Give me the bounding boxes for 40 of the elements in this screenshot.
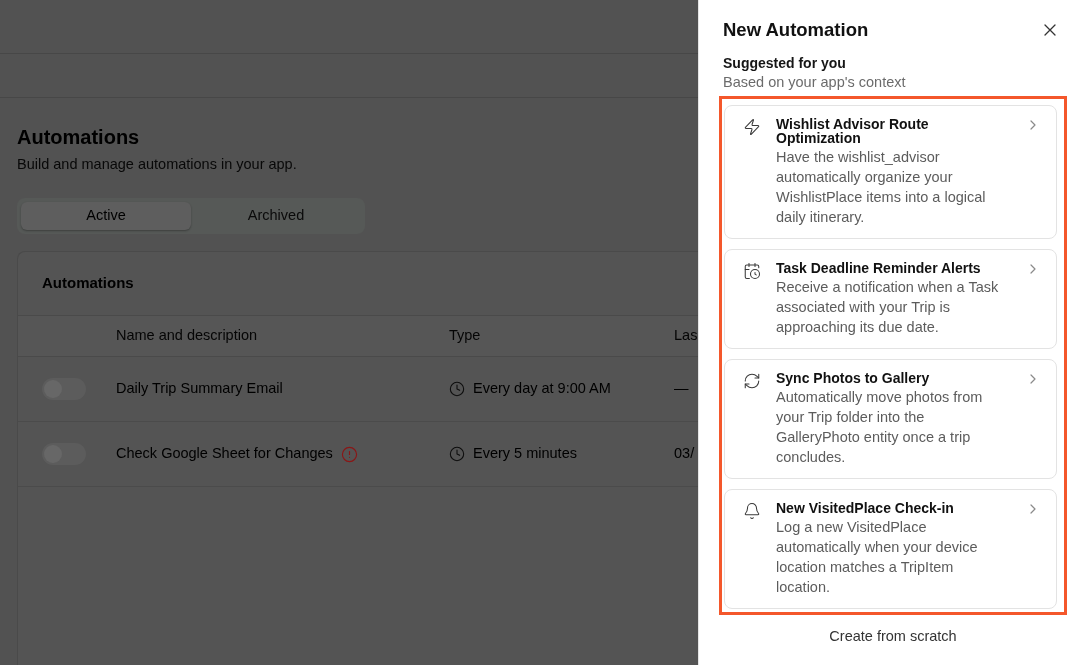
suggestion-card[interactable]: New VisitedPlace Check-in Log a new VisitedPlace automatically when your device location matches a TripItem location. [724, 489, 1057, 609]
column-header: Type [449, 327, 481, 344]
automation-name: Daily Trip Summary Email [116, 379, 283, 399]
chevron-right-icon [1030, 264, 1036, 274]
suggestion-description: Receive a notification when a Task associated with your Trip is approaching its due date. [776, 278, 1000, 337]
bell-icon [743, 502, 761, 520]
panel-title: New Automation [723, 18, 869, 42]
card-title: Automations [42, 273, 134, 294]
suggestion-title: Task Deadline Reminder Alerts [776, 261, 982, 275]
page-subtitle: Build and manage automations in your app. [17, 155, 297, 173]
chevron-right-icon [1030, 504, 1036, 514]
chevron-right-icon [1030, 120, 1036, 130]
suggestion-description: Have the wishlist_advisor automatically organize your WishlistPlace items into a logical daily itinerary. [776, 148, 987, 227]
automation-name: Check Google Sheet for Changes [116, 444, 333, 464]
clock-icon [449, 446, 465, 462]
section-subtitle: Based on your app's context [723, 73, 906, 91]
schedule-text: Every day at 9:00 AM [473, 379, 611, 399]
suggestion-description: Automatically move photos from your Trip folder into the GalleryPhoto entity once a trip concludes. [776, 388, 984, 467]
section-title: Suggested for you [723, 54, 846, 72]
schedule-text: Every 5 minutes [473, 444, 577, 464]
refresh-arrows-icon [743, 372, 761, 390]
suggestion-title: New VisitedPlace Check-in [776, 501, 955, 515]
lightning-bolt-icon [743, 118, 761, 136]
table-cell: — [674, 380, 689, 397]
column-header: Las [674, 327, 698, 344]
suggestion-title: Sync Photos to Gallery [776, 371, 931, 385]
suggestion-title: Wishlist Advisor Route Optimization [776, 117, 930, 145]
suggestion-card[interactable]: Task Deadline Reminder Alerts Receive a notification when a Task associated with your Trip is approaching its due date. [724, 249, 1057, 349]
column-header: Name and description [116, 327, 258, 344]
calendar-clock-icon [743, 262, 761, 280]
create-from-scratch-button[interactable]: Create from scratch [719, 619, 1067, 653]
suggestion-card[interactable]: Sync Photos to Gallery Automatically move photos from your Trip folder into the GalleryPhoto entity once a trip concludes. [724, 359, 1057, 479]
table-cell: 03/ [674, 445, 695, 462]
page-title: Automations [17, 125, 140, 150]
suggestion-description: Log a new VisitedPlace automatically when your device location matches a TripItem location. [776, 518, 979, 597]
suggestion-card[interactable]: Wishlist Advisor Route Optimization Have the wishlist_advisor automatically organize your WishlistPlace items into a logical daily itinerary. [724, 105, 1057, 239]
clock-icon [449, 381, 465, 397]
chevron-right-icon [1030, 374, 1036, 384]
close-button[interactable] [1044, 24, 1056, 36]
close-icon [1044, 24, 1056, 36]
